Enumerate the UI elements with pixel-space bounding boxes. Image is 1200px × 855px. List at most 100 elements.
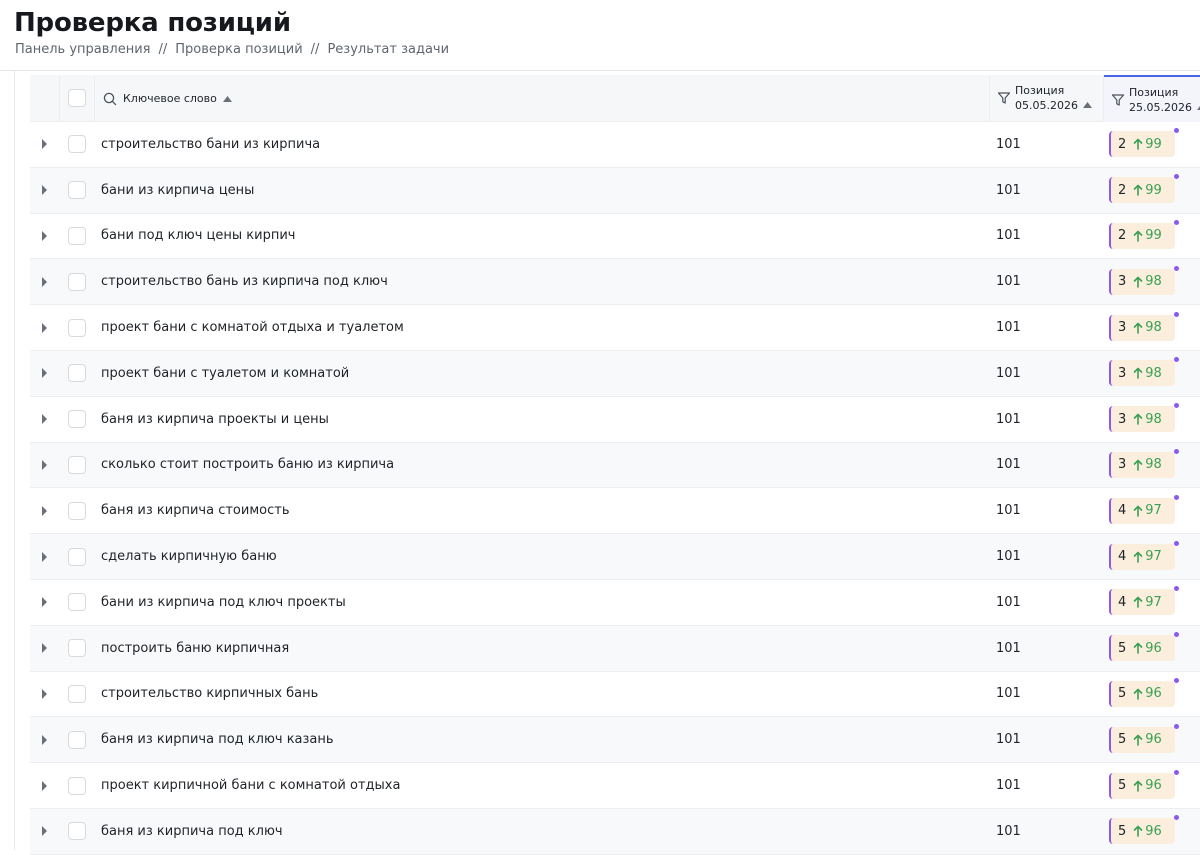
row-checkbox[interactable] xyxy=(68,776,86,795)
keyword-cell: проект бани с туалетом и комнатой xyxy=(101,365,350,381)
expand-caret-icon[interactable] xyxy=(42,826,47,837)
expand-caret-icon[interactable] xyxy=(42,139,47,150)
breadcrumb-separator: // xyxy=(310,42,320,57)
row-checkbox[interactable] xyxy=(68,547,86,566)
page-title: Проверка позиций xyxy=(14,8,291,38)
table-row[interactable]: построить баню кирпичная 101 5 96 xyxy=(30,625,1200,672)
column-keyword[interactable]: Ключевое слово xyxy=(95,75,990,122)
breadcrumb-item-position-check[interactable]: Проверка позиций xyxy=(175,42,302,57)
table-row[interactable]: бани из кирпича под ключ проекты 101 4 97 xyxy=(30,579,1200,626)
table-row[interactable]: строительство кирпичных бань 101 5 96 xyxy=(30,671,1200,718)
table-row[interactable]: сколько стоит построить баню из кирпича 1… xyxy=(30,442,1200,489)
arrow-up-icon xyxy=(1133,505,1143,517)
sort-asc-icon[interactable] xyxy=(1083,102,1092,108)
select-all-checkbox[interactable] xyxy=(68,89,86,107)
table-row[interactable]: баня из кирпича стоимость 101 4 97 xyxy=(30,488,1200,535)
filter-icon[interactable] xyxy=(1111,93,1125,107)
header-divider xyxy=(0,70,1200,71)
row-checkbox[interactable] xyxy=(68,272,86,291)
row-checkbox[interactable] xyxy=(68,593,86,612)
table-row[interactable]: проект кирпичной бани с комнатой отдыха 1… xyxy=(30,763,1200,809)
expand-caret-icon[interactable] xyxy=(42,505,47,516)
row-checkbox[interactable] xyxy=(68,639,86,658)
keyword-cell: строительство бани из кирпича xyxy=(101,136,321,152)
keyword-cell: баня из кирпича под ключ казань xyxy=(101,732,334,748)
position-2-value: 3 xyxy=(1118,320,1127,336)
arrow-up-icon xyxy=(1133,642,1143,654)
filter-icon[interactable] xyxy=(997,91,1011,105)
table-row[interactable]: баня из кирпича проекты и цены 101 3 98 xyxy=(30,396,1200,443)
position-2-value: 5 xyxy=(1118,640,1127,656)
header-expand-cell xyxy=(30,75,60,122)
position-2-badge: 3 98 xyxy=(1109,357,1179,387)
row-checkbox[interactable] xyxy=(68,730,86,749)
keyword-cell: бани из кирпича под ключ проекты xyxy=(101,594,346,610)
position-delta: 97 xyxy=(1145,503,1162,519)
table-row[interactable]: бани из кирпича цены 101 2 99 xyxy=(30,167,1200,214)
row-checkbox[interactable] xyxy=(68,501,86,520)
row-checkbox[interactable] xyxy=(68,455,86,474)
table-row[interactable]: баня из кирпича под ключ 101 5 96 xyxy=(30,808,1200,855)
header-select-cell xyxy=(60,75,95,122)
row-checkbox[interactable] xyxy=(68,181,86,200)
arrow-up-icon xyxy=(1133,597,1143,609)
position-1-cell: 101 xyxy=(996,136,1021,152)
row-checkbox[interactable] xyxy=(68,684,86,703)
expand-caret-icon[interactable] xyxy=(42,230,47,241)
table-row[interactable]: бани под ключ цены кирпич 101 2 99 xyxy=(30,213,1200,260)
position-2-badge: 2 99 xyxy=(1109,219,1179,249)
expand-caret-icon[interactable] xyxy=(42,368,47,379)
position-2-badge: 5 96 xyxy=(1109,677,1179,707)
row-checkbox[interactable] xyxy=(68,410,86,429)
position-delta: 99 xyxy=(1145,182,1162,198)
position-1-cell: 101 xyxy=(996,594,1021,610)
keyword-cell: построить баню кирпичная xyxy=(101,640,290,656)
expand-caret-icon[interactable] xyxy=(42,322,47,333)
column-position-2-date: 25.05.2026 xyxy=(1129,101,1192,114)
breadcrumb: Панель управления // Проверка позиций //… xyxy=(15,42,449,57)
arrow-up-icon xyxy=(1133,413,1143,425)
position-2-badge: 5 96 xyxy=(1109,815,1179,845)
position-delta: 99 xyxy=(1145,136,1162,152)
row-checkbox[interactable] xyxy=(68,226,86,245)
table-row[interactable]: строительство бань из кирпича под ключ 10… xyxy=(30,259,1200,306)
table-row[interactable]: строительство бани из кирпича 101 2 99 xyxy=(30,122,1200,168)
keyword-cell: сделать кирпичную баню xyxy=(101,549,277,565)
change-marker-dot xyxy=(1174,128,1179,134)
position-delta: 98 xyxy=(1145,457,1162,473)
position-delta: 96 xyxy=(1145,778,1162,794)
keyword-cell: строительство бань из кирпича под ключ xyxy=(101,274,388,290)
expand-caret-icon[interactable] xyxy=(42,551,47,562)
positions-table: Ключевое слово Позиция 05.05.2026 Позици… xyxy=(30,75,1200,855)
expand-caret-icon[interactable] xyxy=(42,459,47,470)
table-row[interactable]: проект бани с туалетом и комнатой 101 3 98 xyxy=(30,350,1200,397)
row-checkbox[interactable] xyxy=(68,135,86,154)
table-row[interactable]: проект бани с комнатой отдыха и туалетом… xyxy=(30,305,1200,351)
table-row[interactable]: сделать кирпичную баню 101 4 97 xyxy=(30,534,1200,580)
row-checkbox[interactable] xyxy=(68,364,86,383)
table-row[interactable]: баня из кирпича под ключ казань 101 5 96 xyxy=(30,717,1200,764)
arrow-up-icon xyxy=(1133,551,1143,563)
breadcrumb-item-dashboard[interactable]: Панель управления xyxy=(15,42,151,57)
position-1-cell: 101 xyxy=(996,732,1021,748)
sort-asc-icon[interactable] xyxy=(222,95,232,102)
search-icon[interactable] xyxy=(103,92,117,106)
expand-caret-icon[interactable] xyxy=(42,780,47,791)
expand-caret-icon[interactable] xyxy=(42,185,47,196)
change-marker-dot xyxy=(1174,723,1179,729)
expand-caret-icon[interactable] xyxy=(42,597,47,608)
expand-caret-icon[interactable] xyxy=(42,688,47,699)
column-position-1[interactable]: Позиция 05.05.2026 xyxy=(990,75,1104,122)
expand-caret-icon[interactable] xyxy=(42,414,47,425)
position-2-badge: 4 97 xyxy=(1109,494,1179,524)
column-position-2[interactable]: Позиция 25.05.2026 xyxy=(1104,75,1200,122)
expand-caret-icon[interactable] xyxy=(42,643,47,654)
row-checkbox[interactable] xyxy=(68,318,86,337)
arrow-up-icon xyxy=(1133,688,1143,700)
expand-caret-icon[interactable] xyxy=(42,734,47,745)
expand-caret-icon[interactable] xyxy=(42,276,47,287)
position-2-badge: 4 97 xyxy=(1109,540,1179,570)
row-checkbox[interactable] xyxy=(68,822,86,841)
arrow-up-icon xyxy=(1133,780,1143,792)
position-2-value: 4 xyxy=(1118,549,1127,565)
